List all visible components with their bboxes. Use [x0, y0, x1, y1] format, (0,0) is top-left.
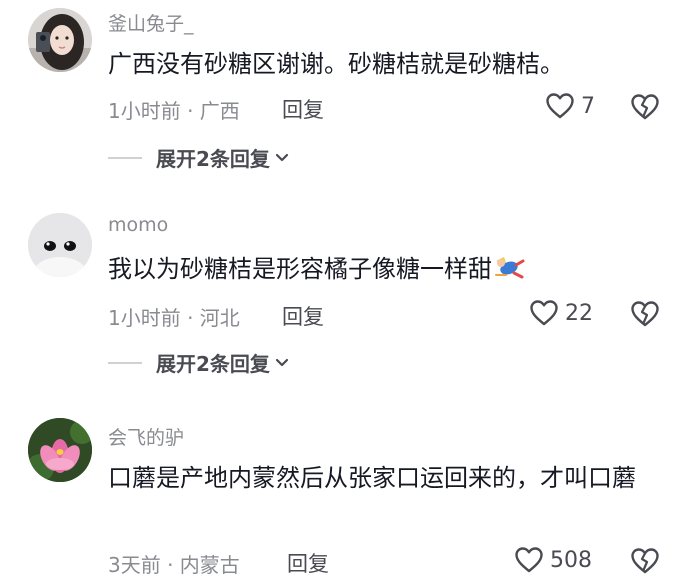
comment-text: 广西没有砂糖区谢谢。砂糖桔就是砂糖桔。	[108, 50, 564, 78]
chevron-down-icon	[275, 153, 289, 161]
comment-item: momo 我以为砂糖桔是形容橘子像糖一样甜 1小时前 · 河北 回复 22 展开…	[0, 205, 690, 405]
avatar[interactable]	[28, 418, 92, 482]
comment-meta: 3天前 · 内蒙古	[108, 553, 240, 577]
like-button[interactable]: 508	[514, 546, 592, 574]
like-count: 508	[550, 547, 592, 573]
cartoon-face-avatar-image	[28, 213, 92, 277]
username[interactable]: momo	[108, 214, 168, 236]
comment-text: 口蘑是产地内蒙然后从张家口运回来的，才叫口蘑	[108, 464, 636, 492]
heart-outline-icon	[530, 300, 558, 326]
comment-item: 会飞的驴 口蘑是产地内蒙然后从张家口运回来的，才叫口蘑 3天前 · 内蒙古 回复…	[0, 410, 690, 584]
expand-replies-label: 展开2条回复	[156, 147, 270, 171]
expand-replies-label: 展开2条回复	[156, 352, 270, 376]
like-count: 7	[581, 93, 595, 119]
username[interactable]: 釜山兔子_	[108, 9, 194, 36]
avatar[interactable]	[28, 213, 92, 277]
divider-line	[108, 361, 142, 364]
broken-heart-icon[interactable]	[630, 546, 660, 576]
comment-text-content: 我以为砂糖桔是形容橘子像糖一样甜	[108, 255, 492, 283]
like-count: 22	[565, 300, 593, 326]
username[interactable]: 会飞的驴	[108, 423, 184, 450]
photo-avatar-image	[28, 8, 92, 72]
avatar[interactable]	[28, 8, 92, 72]
falling-person-sticker-icon	[495, 257, 525, 279]
lotus-flower-avatar-image	[28, 418, 92, 482]
broken-heart-icon[interactable]	[630, 299, 660, 329]
divider-line	[108, 156, 142, 159]
like-button[interactable]: 7	[545, 92, 595, 120]
reply-button[interactable]: 回复	[287, 548, 329, 578]
broken-heart-icon[interactable]	[630, 92, 660, 122]
reply-button[interactable]: 回复	[282, 301, 324, 331]
heart-outline-icon	[515, 547, 543, 573]
chevron-down-icon	[275, 358, 289, 366]
heart-outline-icon	[546, 93, 574, 119]
like-button[interactable]: 22	[529, 299, 593, 327]
comment-meta: 1小时前 · 河北	[108, 306, 240, 330]
expand-replies-button[interactable]: 展开2条回复	[108, 143, 290, 172]
reply-button[interactable]: 回复	[282, 94, 324, 124]
comment-text: 我以为砂糖桔是形容橘子像糖一样甜	[108, 247, 668, 291]
expand-replies-button[interactable]: 展开2条回复	[108, 348, 290, 377]
comment-meta: 1小时前 · 广西	[108, 99, 240, 123]
comment-item: 釜山兔子_ 广西没有砂糖区谢谢。砂糖桔就是砂糖桔。 1小时前 · 广西 回复 7…	[0, 0, 690, 200]
